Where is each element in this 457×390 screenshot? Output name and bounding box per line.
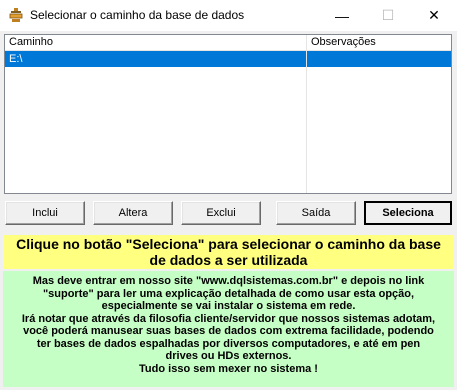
seleciona-button[interactable]: Seleciona xyxy=(364,201,452,225)
inclui-label: Inclui xyxy=(32,207,58,219)
exclui-button[interactable]: Exclui xyxy=(181,201,261,225)
column-header-observacoes[interactable]: Observações xyxy=(307,35,451,50)
inclui-button[interactable]: Inclui xyxy=(5,201,85,225)
maximize-button[interactable]: ☐ xyxy=(365,0,411,31)
column-header-caminho[interactable]: Caminho xyxy=(5,35,307,50)
close-icon: ✕ xyxy=(428,7,440,23)
info-line: Irá notar que através da filosofia clien… xyxy=(21,312,436,325)
list-header: Caminho Observações xyxy=(5,35,451,51)
saida-button[interactable]: Saída xyxy=(276,201,356,225)
instructions-line-2: de dados a ser utilizada xyxy=(149,252,308,268)
info-line: "suporte" para ler uma explicação detalh… xyxy=(42,287,415,300)
title-bar: Selecionar o caminho da base de dados — … xyxy=(0,0,457,32)
exclui-label: Exclui xyxy=(206,207,236,219)
database-app-icon[interactable] xyxy=(8,7,24,23)
info-line: especialmente se vai instalar o sistema … xyxy=(101,300,356,312)
instructions-banner: Clique no botão "Seleciona" para selecio… xyxy=(3,235,454,269)
minimize-icon: — xyxy=(335,7,349,24)
info-line: Tudo isso sem mexer no sistema ! xyxy=(139,362,318,375)
list-item[interactable]: E:\ xyxy=(5,51,451,67)
info-line: Mas deve entrar em nosso site "www.dqlsi… xyxy=(32,275,425,287)
cell-observacoes xyxy=(307,51,451,67)
info-line: você poderá manusear suas bases de dados… xyxy=(23,325,434,337)
window-title: Selecionar o caminho da base de dados xyxy=(30,8,245,22)
instructions-line-1: Clique no botão "Seleciona" para selecio… xyxy=(16,236,441,252)
altera-label: Altera xyxy=(118,207,148,219)
minimize-button[interactable]: — xyxy=(319,0,365,31)
maximize-icon: ☐ xyxy=(381,7,395,23)
cell-caminho: E:\ xyxy=(5,51,306,67)
altera-button[interactable]: Altera xyxy=(93,201,173,225)
info-line: ter bases de dados espalhadas por divers… xyxy=(36,337,421,350)
paths-list[interactable]: Caminho Observações E:\ xyxy=(4,34,452,194)
info-line: drives ou HDs externos. xyxy=(165,350,292,362)
seleciona-label: Seleciona xyxy=(382,207,434,219)
saida-label: Saída xyxy=(301,207,331,219)
info-panel: Mas deve entrar em nosso site "www.dqlsi… xyxy=(3,271,454,387)
close-button[interactable]: ✕ xyxy=(411,0,457,31)
dialog-body: Caminho Observações E:\ Inclui Altera Ex… xyxy=(0,31,457,390)
column-divider xyxy=(306,50,307,193)
